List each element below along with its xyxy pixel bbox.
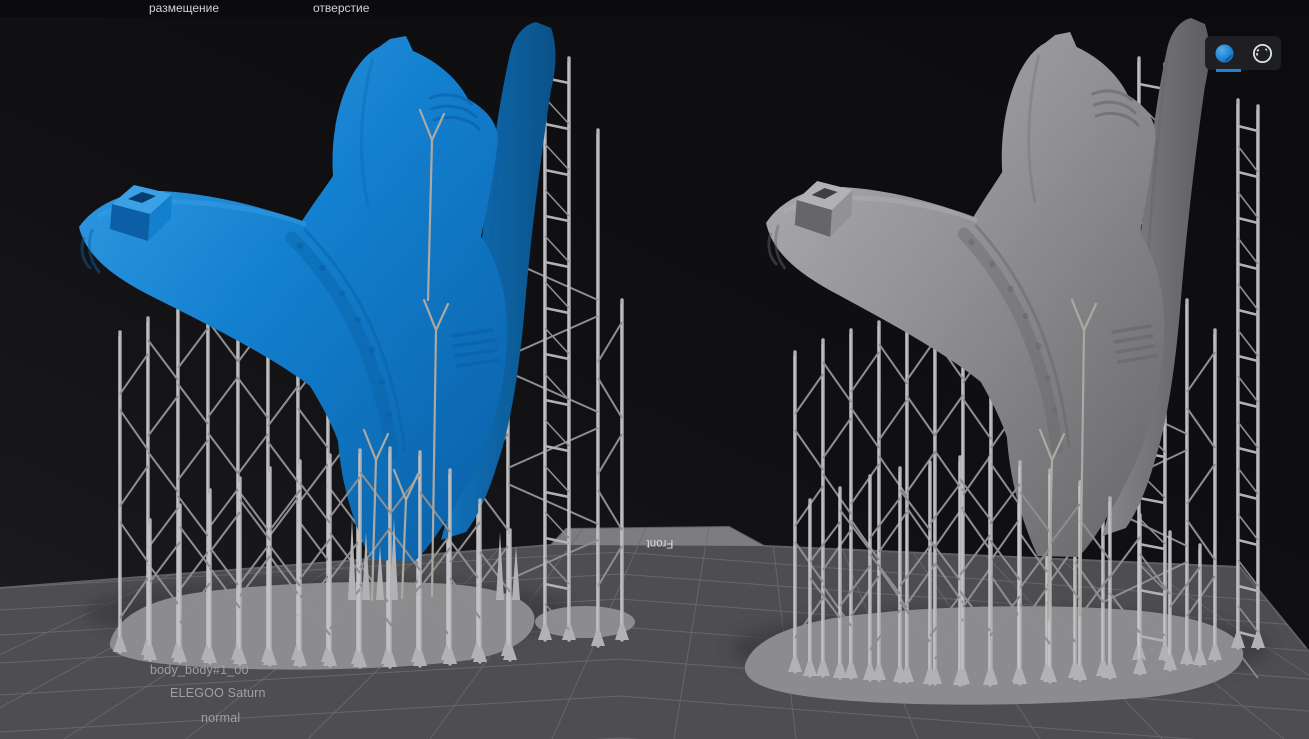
slicer-app: размещение отверстие Front body_body#1_0… [0, 0, 1309, 739]
matcap-sphere-icon [1252, 43, 1272, 63]
hud-model-name: body_body#1_00 [150, 663, 249, 677]
matcap-view-button[interactable] [1250, 41, 1274, 65]
menu-item-hole[interactable]: отверстие [313, 1, 369, 15]
plate-front-label: Front [646, 537, 674, 549]
view-mode-toolbar [1205, 36, 1281, 70]
hud-profile-name: normal [201, 711, 241, 725]
viewport-3d[interactable]: Front body_body#1_00 ELEGOO Saturn norma… [0, 17, 1309, 739]
active-view-underline [1216, 69, 1241, 72]
model-gray[interactable] [766, 18, 1210, 557]
hud-printer-name: ELEGOO Saturn [170, 686, 266, 700]
model-blue[interactable] [79, 22, 556, 561]
shaded-view-button[interactable] [1212, 41, 1236, 65]
menu-item-placement[interactable]: размещение [149, 1, 219, 15]
scene-canvas: Front [0, 18, 1309, 739]
menu-bar: размещение отверстие [0, 0, 1309, 17]
shaded-sphere-icon [1215, 44, 1233, 62]
